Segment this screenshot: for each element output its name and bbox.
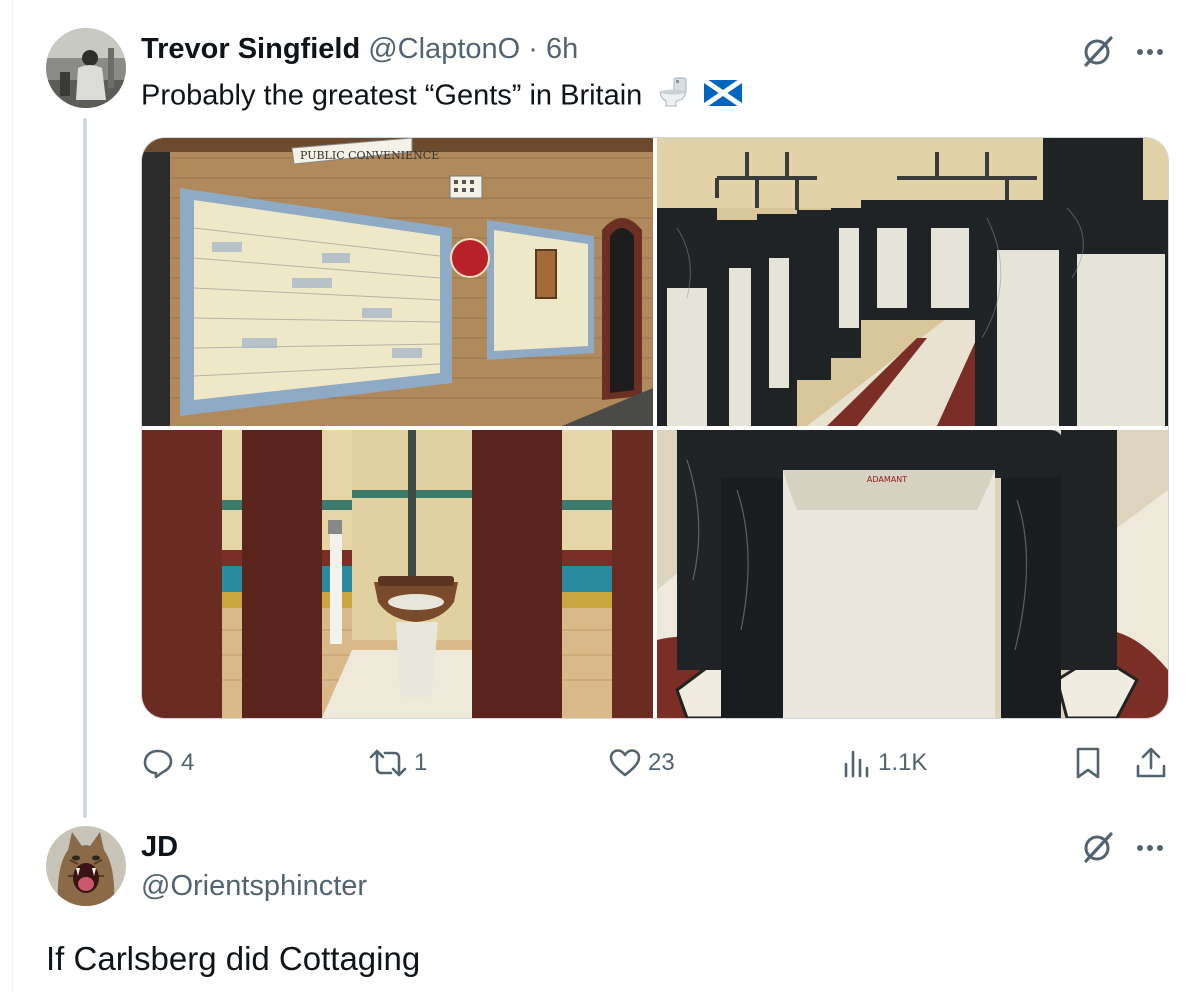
bookmark-button[interactable] — [1074, 744, 1102, 782]
tweet2-handle[interactable]: @Orientsphincter — [141, 867, 367, 905]
repost-icon — [369, 749, 407, 777]
bookmark-icon — [1076, 747, 1100, 779]
scotland-flag-icon — [703, 77, 744, 116]
avatar-trevor[interactable] — [46, 28, 126, 108]
tweet1-body: Probably the greatest “Gents” in Britain — [141, 76, 744, 118]
tweet1-separator: · — [528, 33, 538, 65]
tweet2-display-name[interactable]: JD — [141, 828, 178, 866]
grok-icon[interactable] — [1080, 34, 1116, 70]
toilet-emoji-icon — [656, 76, 690, 118]
avatar-jd[interactable] — [46, 826, 126, 906]
more-options-icon[interactable] — [1136, 46, 1164, 58]
tweet1-text: Probably the greatest “Gents” in Britain — [141, 79, 643, 112]
grok-icon[interactable] — [1080, 830, 1116, 866]
tweet1-handle[interactable]: @ClaptonO — [368, 33, 520, 65]
thread-connector-line — [83, 118, 87, 818]
analytics-bars-icon — [844, 750, 869, 778]
tweet1-header: Trevor Singfield @ClaptonO · 6h — [141, 30, 578, 68]
like-button[interactable]: 23 — [608, 744, 675, 782]
reply-button[interactable]: 4 — [141, 744, 194, 782]
views-count: 1.1K — [878, 749, 928, 776]
share-button[interactable] — [1134, 744, 1168, 782]
photo-wc-cubicle[interactable] — [142, 430, 653, 718]
like-count: 23 — [648, 749, 675, 776]
photo-exterior-brick-wall[interactable]: PUBLIC CONVENIENCE — [142, 138, 653, 426]
tweet1-display-name[interactable]: Trevor Singfield — [141, 33, 360, 65]
reply-count: 4 — [181, 749, 195, 776]
repost-button[interactable]: 1 — [368, 744, 427, 782]
tweet1-time[interactable]: 6h — [546, 33, 578, 65]
timeline-border — [12, 0, 13, 992]
more-options-icon[interactable] — [1136, 842, 1164, 854]
tweet1-media-grid: PUBLIC CONVENIENCE ADAMANT — [141, 137, 1169, 719]
views-button[interactable]: 1.1K — [842, 744, 927, 782]
heart-icon — [609, 749, 641, 777]
reply-icon — [143, 749, 173, 779]
share-icon — [1136, 747, 1166, 778]
photo-adamant-urinal-closeup[interactable]: ADAMANT — [657, 430, 1168, 718]
public-convenience-sign: PUBLIC CONVENIENCE — [300, 149, 439, 162]
repost-count: 1 — [414, 749, 428, 776]
photo-marble-urinals-row[interactable] — [657, 138, 1168, 426]
tweet2-text: If Carlsberg did Cottaging — [46, 940, 421, 977]
svg-text:ADAMANT: ADAMANT — [867, 475, 907, 484]
